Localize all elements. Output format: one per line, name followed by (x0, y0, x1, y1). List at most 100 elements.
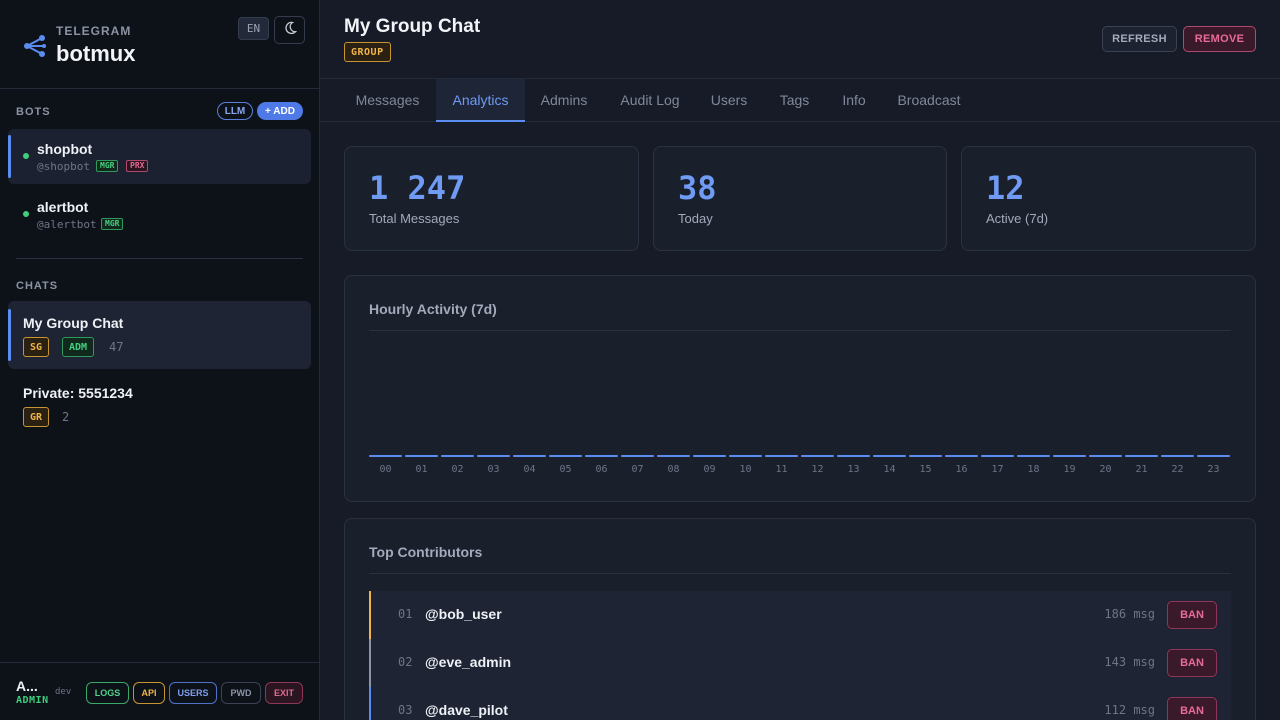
contributor-row: 03 @dave_pilot 112 msg BAN (369, 687, 1231, 720)
tab-info[interactable]: Info (834, 79, 874, 121)
hour-bar-05 (549, 455, 582, 457)
chat-item-my-group-chat[interactable]: My Group Chat SG ADM 47 (8, 301, 311, 369)
refresh-button[interactable]: REFRESH (1102, 26, 1177, 52)
chat-tag-gr: GR (23, 407, 50, 427)
chat-name: Private: 5551234 (23, 385, 133, 401)
password-button[interactable]: PWD (221, 682, 261, 704)
language-button[interactable]: EN (238, 17, 269, 40)
ban-button[interactable]: BAN (1167, 649, 1217, 677)
hour-bar-04 (513, 455, 546, 457)
chat-member-count: 47 (109, 340, 124, 354)
stat-label: Total Messages (369, 211, 460, 226)
llm-button[interactable]: LLM (217, 102, 253, 120)
panel-divider (369, 573, 1231, 574)
hour-bar-01 (405, 455, 438, 457)
hour-tick-label: 03 (487, 464, 500, 475)
stat-card-active: 12 Active (7d) (961, 146, 1256, 251)
hour-tick-label: 11 (775, 464, 788, 475)
contributor-message-count: 143 msg (1104, 655, 1155, 669)
hour-tick-label: 07 (631, 464, 644, 475)
tab-users[interactable]: Users (702, 79, 756, 121)
hour-bar-21 (1125, 455, 1158, 457)
hour-tick-label: 06 (595, 464, 608, 475)
tab-analytics[interactable]: Analytics (436, 79, 525, 122)
hour-tick-label: 19 (1063, 464, 1076, 475)
theme-toggle-button[interactable] (274, 16, 305, 44)
hour-bar-20 (1089, 455, 1122, 457)
hour-bar-09 (693, 455, 726, 457)
stat-label: Today (678, 211, 713, 226)
contributor-handle: @dave_pilot (425, 702, 508, 718)
tab-tags[interactable]: Tags (772, 79, 817, 121)
hour-tick-label: 20 (1099, 464, 1112, 475)
hour-bar-19 (1053, 455, 1086, 457)
tab-messages[interactable]: Messages (340, 79, 435, 121)
panel-title: Top Contributors (369, 544, 483, 560)
bot-tag-mgr: MGR (96, 160, 119, 172)
hour-bar-23 (1197, 455, 1230, 457)
hourly-activity-chart: 00 01 02 03 04 05 06 07 08 09 10 11 12 13 14 15 16 17 18 19… (369, 336, 1233, 486)
hour-tick-label: 15 (919, 464, 932, 475)
hour-tick-label: 13 (847, 464, 860, 475)
exit-button[interactable]: EXIT (265, 682, 303, 704)
hour-tick-label: 21 (1135, 464, 1148, 475)
hour-tick-label: 12 (811, 464, 824, 475)
hour-bar-17 (981, 455, 1014, 457)
chat-item-private[interactable]: Private: 5551234 GR 2 (8, 371, 311, 439)
environment-label: dev (55, 687, 72, 697)
panel-title: Hourly Activity (7d) (369, 301, 497, 317)
hour-bar-10 (729, 455, 762, 457)
logs-button[interactable]: LOGS (86, 682, 129, 704)
hour-tick-label: 01 (415, 464, 428, 475)
hour-tick-label: 00 (379, 464, 392, 475)
add-bot-button[interactable]: + ADD (257, 102, 303, 120)
ban-button[interactable]: BAN (1167, 697, 1217, 720)
contributor-message-count: 186 msg (1104, 607, 1155, 621)
hour-bar-08 (657, 455, 690, 457)
hour-tick-label: 09 (703, 464, 716, 475)
sidebar: TELEGRAM botmux EN BOTS LLM + ADD shopbo… (0, 0, 320, 720)
ban-button[interactable]: BAN (1167, 601, 1217, 629)
stat-value: 12 (986, 169, 1025, 207)
bot-item-alertbot[interactable]: alertbot @alertbot MGR (8, 187, 311, 242)
contributor-row: 01 @bob_user 186 msg BAN (369, 591, 1231, 639)
chat-tag-sg: SG (23, 337, 50, 357)
brand-kicker: TELEGRAM (56, 24, 132, 38)
sidebar-footer: A... ADMIN dev LOGS API USERS PWD EXIT (0, 662, 319, 720)
hour-bar-16 (945, 455, 978, 457)
contributor-handle: @bob_user (425, 606, 502, 622)
remove-button[interactable]: REMOVE (1183, 26, 1256, 52)
tab-audit-log[interactable]: Audit Log (610, 79, 690, 121)
hour-bar-06 (585, 455, 618, 457)
hour-bar-02 (441, 455, 474, 457)
hour-bar-07 (621, 455, 654, 457)
hour-bar-14 (873, 455, 906, 457)
bot-name: alertbot (37, 199, 89, 215)
bot-item-shopbot[interactable]: shopbot @shopbot MGR PRX (8, 129, 311, 184)
hour-bar-22 (1161, 455, 1194, 457)
hour-tick-label: 05 (559, 464, 572, 475)
hour-tick-label: 16 (955, 464, 968, 475)
tab-broadcast[interactable]: Broadcast (890, 79, 968, 121)
hour-bar-12 (801, 455, 834, 457)
contributor-handle: @eve_admin (425, 654, 512, 670)
chat-name: My Group Chat (23, 315, 124, 331)
hour-tick-label: 14 (883, 464, 896, 475)
users-button[interactable]: USERS (169, 682, 217, 704)
api-button[interactable]: API (133, 682, 165, 704)
hour-tick-label: 10 (739, 464, 752, 475)
page-title: My Group Chat (344, 16, 481, 37)
hour-bar-03 (477, 455, 510, 457)
stat-value: 38 (678, 169, 717, 207)
contributor-rank: 03 (398, 703, 413, 717)
sidebar-divider (16, 258, 303, 259)
top-contributors-panel: Top Contributors 01 @bob_user 186 msg BA… (344, 518, 1256, 720)
chat-tag-adm: ADM (62, 337, 95, 357)
hour-bar-13 (837, 455, 870, 457)
chat-member-count: 2 (62, 410, 70, 424)
tab-admins[interactable]: Admins (528, 79, 600, 121)
chat-type-badge: GROUP (344, 42, 391, 62)
hour-bar-00 (369, 455, 402, 457)
hourly-activity-panel: Hourly Activity (7d) 00 01 02 03 04 05 06 07 08 0… (344, 275, 1256, 502)
contributor-row: 02 @eve_admin 143 msg BAN (369, 639, 1231, 687)
